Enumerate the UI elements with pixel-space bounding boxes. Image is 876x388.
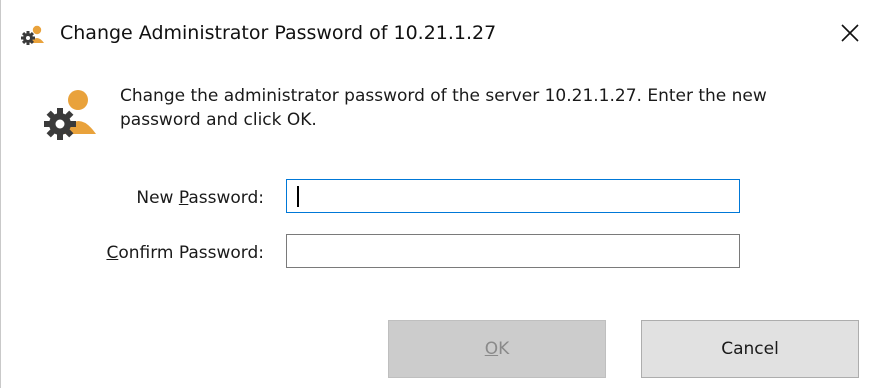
label-text: New [136,188,179,208]
confirm-password-label: Confirm Password: [30,241,264,265]
new-password-input[interactable] [286,179,740,213]
admin-gear-user-icon [40,88,102,144]
new-password-label: New Password: [60,186,264,210]
text-cursor [297,186,299,207]
close-icon [841,24,859,42]
title-bar: Change Administrator Password of 10.21.1… [0,0,876,66]
accelerator-key: O [484,339,499,359]
ok-button[interactable]: OK [388,320,606,378]
cancel-button[interactable]: Cancel [641,320,859,378]
accelerator-key: P [178,188,189,208]
dialog-description: Change the administrator password of the… [120,84,860,132]
description-line-1: Change the administrator password of the… [120,86,767,106]
button-label: K [498,339,510,359]
close-button[interactable] [830,14,870,52]
change-password-dialog: Change Administrator Password of 10.21.1… [0,0,876,388]
label-text: onfirm Password: [118,243,264,263]
label-text: assword: [188,188,264,208]
confirm-password-input[interactable] [286,234,740,268]
admin-gear-user-icon [20,25,46,45]
accelerator-key: C [106,243,119,263]
description-line-2: password and click OK. [120,110,317,130]
window-title: Change Administrator Password of 10.21.1… [60,22,497,44]
